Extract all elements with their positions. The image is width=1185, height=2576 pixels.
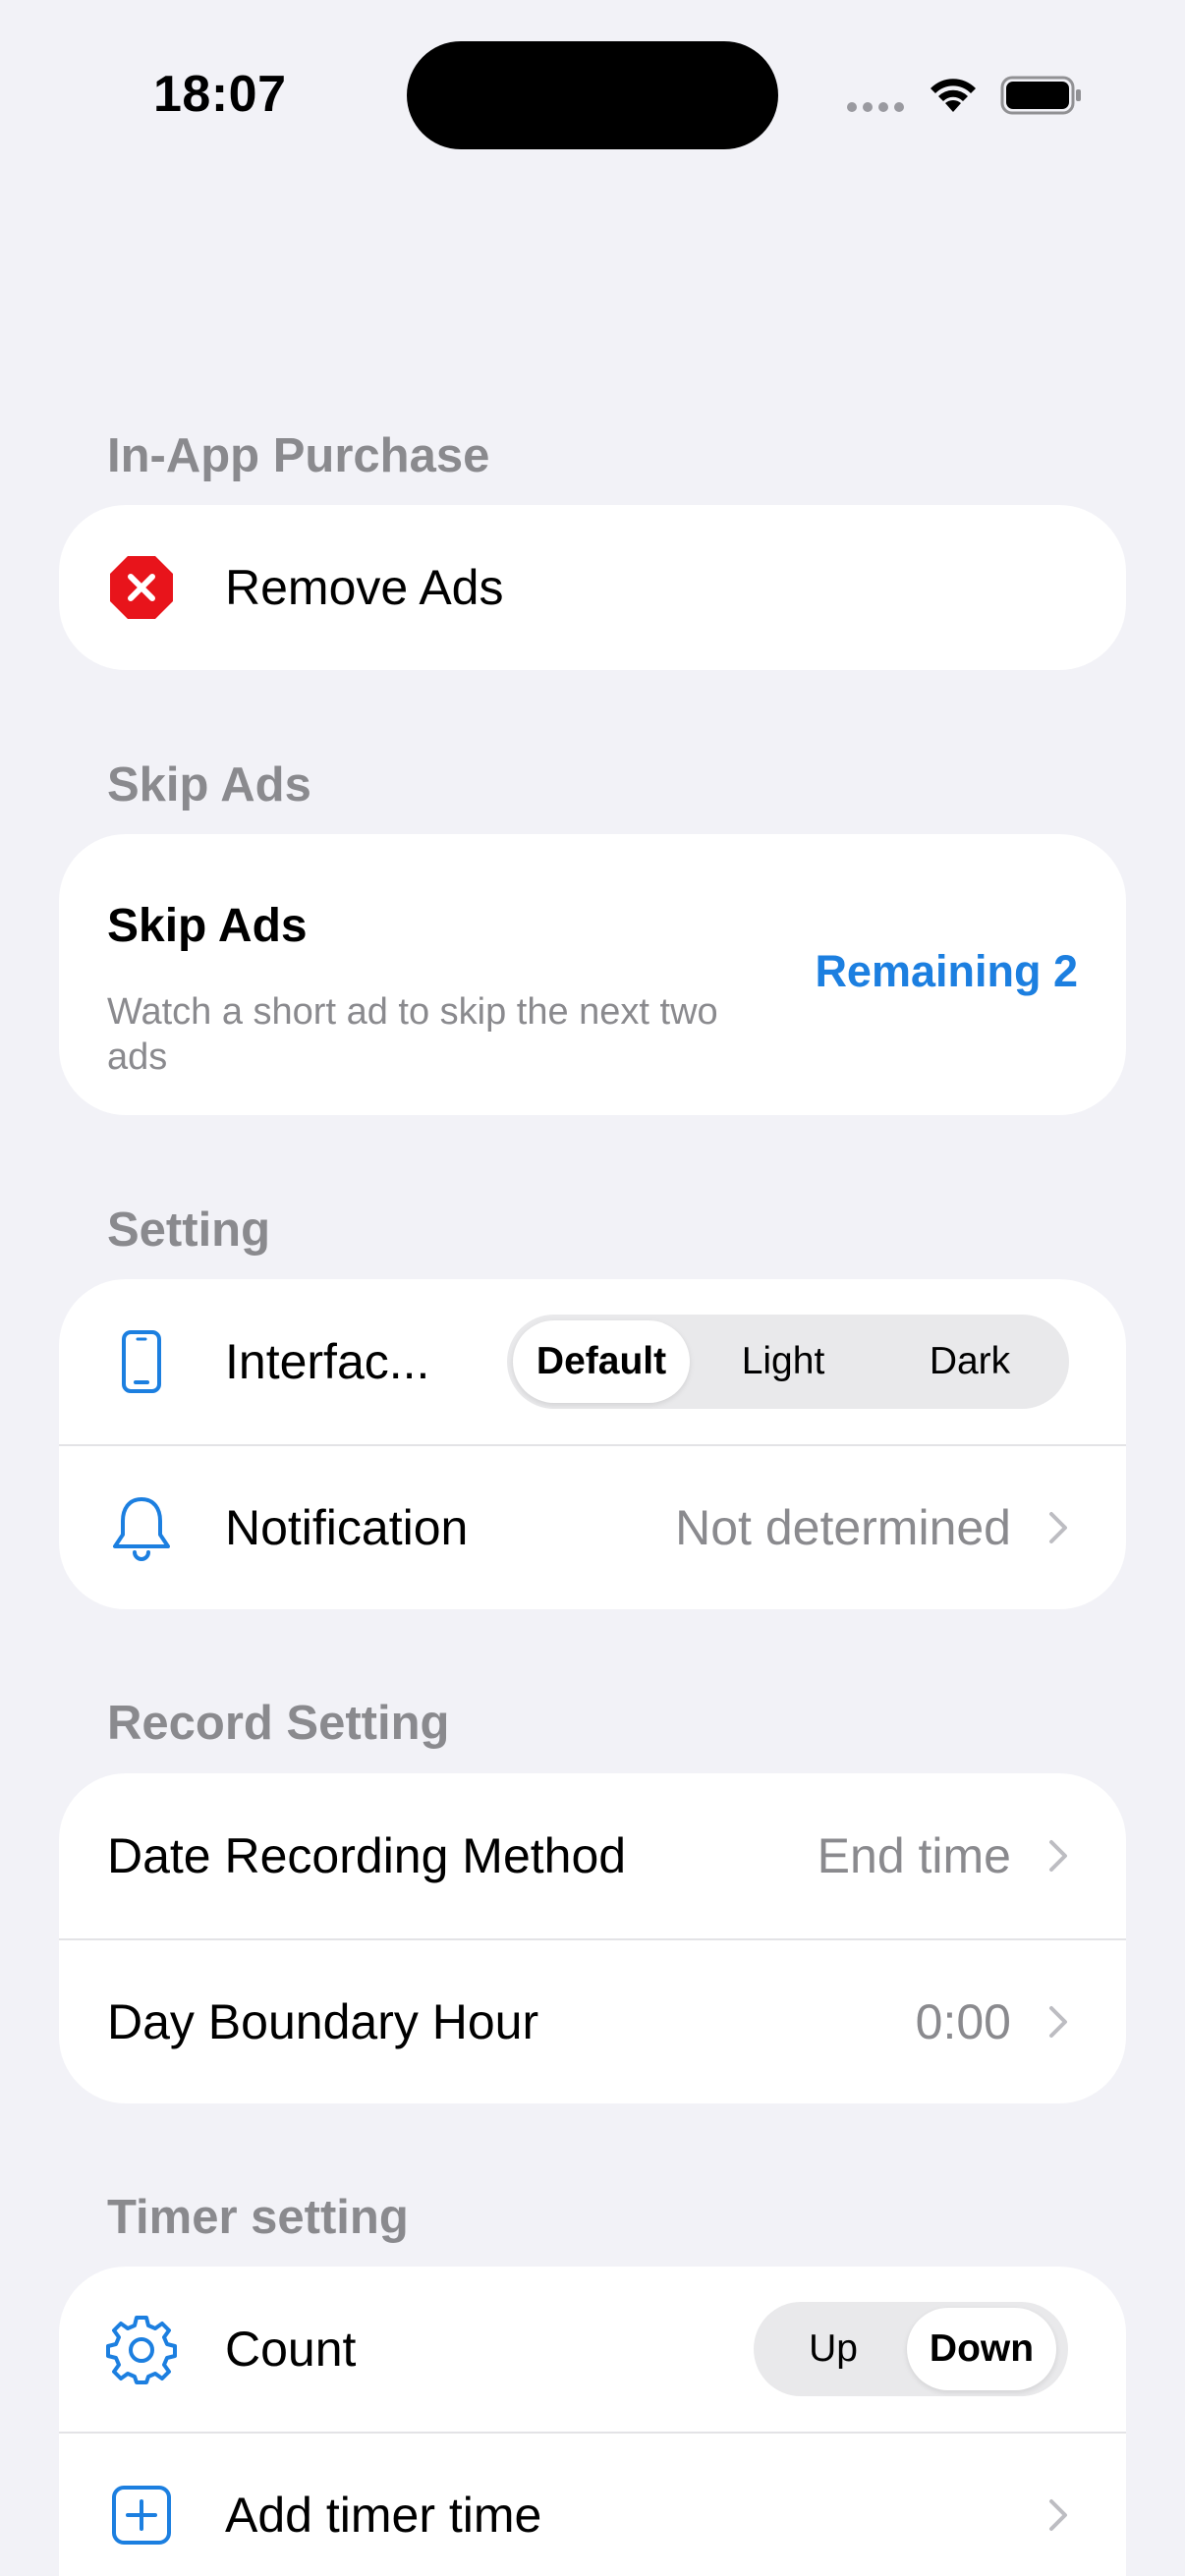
day-boundary-hour-label: Day Boundary Hour [107,1994,539,2049]
card-in-app-purchase: Remove Ads [59,505,1126,670]
day-boundary-hour-value: 0:00 [915,1994,1011,2049]
plus-square-icon [104,2478,179,2552]
phone-icon [104,1324,179,1399]
segment-down[interactable]: Down [907,2308,1056,2390]
status-time: 18:07 [153,66,287,123]
skip-ads-title: Skip Ads [107,900,308,952]
cellular-signal-icon [847,102,904,112]
battery-icon [1000,76,1081,115]
chevron-right-icon [1049,2499,1067,2531]
wifi-icon [931,79,976,112]
chevron-right-icon [1049,1840,1067,1872]
skip-ads-remaining: Remaining 2 [815,946,1078,996]
section-header-setting: Setting [107,1204,271,1257]
gear-icon [104,2312,179,2386]
xmark-octagon-icon [104,550,179,625]
notification-label: Notification [225,1500,469,1555]
date-recording-method-value: End time [817,1828,1011,1883]
interface-segmented-control[interactable]: Default Light Dark [507,1315,1069,1409]
card-setting: Interfac... Default Light Dark Notificat… [59,1279,1126,1609]
section-header-timer-setting: Timer setting [107,2191,409,2244]
segment-light[interactable]: Light [690,1320,876,1403]
interface-label: Interfac... [225,1334,430,1389]
count-segmented-control[interactable]: Up Down [754,2302,1068,2396]
remove-ads-label: Remove Ads [225,560,504,615]
count-label: Count [225,2322,357,2377]
dynamic-island [407,41,778,149]
add-timer-time-row[interactable]: Add timer time [59,2432,1126,2576]
card-timer-setting: Count Up Down Add timer time [59,2267,1126,2576]
card-record-setting: Date Recording Method End time Day Bound… [59,1773,1126,2103]
notification-row[interactable]: Notification Not determined [59,1444,1126,1609]
day-boundary-hour-row[interactable]: Day Boundary Hour 0:00 [59,1938,1126,2103]
bell-icon [104,1490,179,1565]
segment-default[interactable]: Default [513,1320,690,1403]
skip-ads-card[interactable]: Skip Ads Watch a short ad to skip the ne… [59,834,1126,1115]
count-row: Count Up Down [59,2267,1126,2432]
segment-dark[interactable]: Dark [876,1320,1063,1403]
add-timer-time-label: Add timer time [225,2488,542,2543]
status-bar: 18:07 [0,0,1185,196]
chevron-right-icon [1049,2006,1067,2038]
segment-up[interactable]: Up [760,2308,907,2390]
skip-ads-description: Watch a short ad to skip the next two ad… [107,991,718,1078]
section-header-record-setting: Record Setting [107,1697,450,1750]
section-header-skip-ads: Skip Ads [107,758,311,812]
interface-row: Interfac... Default Light Dark [59,1279,1126,1444]
date-recording-method-row[interactable]: Date Recording Method End time [59,1773,1126,1938]
date-recording-method-label: Date Recording Method [107,1828,627,1883]
chevron-right-icon [1049,1512,1067,1543]
remove-ads-row[interactable]: Remove Ads [59,505,1126,670]
notification-value: Not determined [675,1500,1011,1555]
section-header-in-app-purchase: In-App Purchase [107,429,490,482]
